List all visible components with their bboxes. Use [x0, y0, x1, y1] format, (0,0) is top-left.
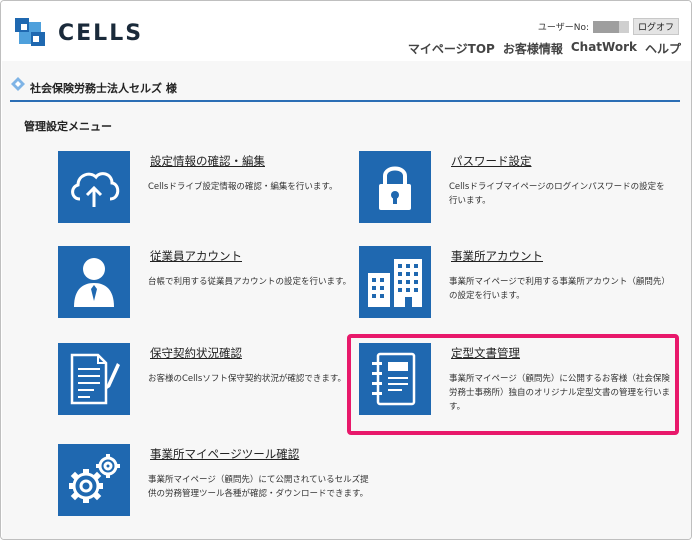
user-number-label: ユーザーNo: — [537, 23, 589, 33]
gears-icon — [69, 454, 120, 503]
card-title-office-account[interactable]: 事業所アカウント — [451, 248, 543, 264]
card-title-maintenance-contract[interactable]: 保守契約状況確認 — [150, 345, 242, 361]
user-number-masked-2 — [618, 20, 629, 33]
top-nav: マイページTOP お客様情報 ChatWork ヘルプ — [408, 40, 681, 57]
company-name: 社会保険労務士法人セルズ 様 — [30, 82, 177, 95]
header: CELLS ユーザーNo: ログオフ マイページTOP お客様情報 ChatWo… — [1, 1, 691, 61]
user-area: ユーザーNo: ログオフ — [538, 18, 679, 35]
app-window: CELLS ユーザーNo: ログオフ マイページTOP お客様情報 ChatWo… — [0, 0, 692, 540]
card-title-settings-edit[interactable]: 設定情報の確認・編集 — [150, 153, 265, 169]
main-content: 社会保険労務士法人セルズ 様 管理設定メニュー 設定情報の確認・編集 Cells… — [2, 61, 691, 539]
building-icon — [368, 259, 422, 307]
card-title-office-tools[interactable]: 事業所マイページツール確認 — [150, 446, 299, 462]
logo-text: CELLS — [58, 21, 144, 46]
nav-mypage-top[interactable]: マイページTOP — [408, 40, 495, 57]
card-password[interactable]: パスワード設定 Cellsドライブマイページのログインパスワードの設定を行います… — [359, 151, 665, 231]
card-title-password[interactable]: パスワード設定 — [451, 153, 532, 169]
card-office-tools[interactable]: 事業所マイページツール確認 事業所マイページ（顧問先）にて公開されているセルズ提… — [58, 444, 369, 524]
tile-settings-edit[interactable] — [58, 151, 130, 223]
card-desc-maintenance-contract: お客様のCellsソフト保守契約状況が確認できます。 — [148, 374, 346, 384]
card-desc-password: Cellsドライブマイページのログインパスワードの設定を行います。 — [449, 182, 665, 206]
card-settings-edit[interactable]: 設定情報の確認・編集 Cellsドライブ設定情報の確認・編集を行います。 — [58, 151, 358, 231]
card-employee-account[interactable]: 従業員アカウント 台帳で利用する従業員アカウントの設定を行います。 — [58, 246, 358, 326]
highlight-box — [347, 334, 679, 435]
company-diamond-icon — [11, 77, 25, 91]
user-number-masked — [592, 20, 619, 33]
card-office-account[interactable]: 事業所アカウント 事業所マイページで利用する事業所アカウント（顧問先）の設定を行… — [359, 246, 670, 326]
tile-password[interactable] — [359, 151, 431, 223]
document-pen-icon — [70, 353, 120, 405]
tile-office-tools[interactable] — [58, 444, 130, 516]
nav-customer-info[interactable]: お客様情報 — [503, 40, 563, 57]
cloud-upload-icon — [71, 172, 120, 207]
tile-office-account[interactable] — [359, 246, 431, 318]
card-maintenance-contract[interactable]: 保守契約状況確認 お客様のCellsソフト保守契約状況が確認できます。 — [58, 343, 358, 423]
tile-employee-account[interactable] — [58, 246, 130, 318]
card-title-employee-account[interactable]: 従業員アカウント — [150, 248, 242, 264]
card-desc-settings-edit: Cellsドライブ設定情報の確認・編集を行います。 — [148, 182, 338, 192]
nav-chatwork[interactable]: ChatWork — [571, 40, 637, 57]
cells-logo-icon — [15, 18, 45, 46]
company-bar: 社会保険労務士法人セルズ 様 — [10, 76, 680, 102]
card-desc-employee-account: 台帳で利用する従業員アカウントの設定を行います。 — [148, 277, 352, 287]
employee-icon — [74, 258, 114, 307]
card-desc-office-account: 事業所マイページで利用する事業所アカウント（顧問先）の設定を行います。 — [449, 277, 670, 301]
tile-maintenance-contract[interactable] — [58, 343, 130, 415]
logout-button[interactable]: ログオフ — [632, 18, 679, 35]
lock-icon — [379, 166, 411, 210]
cells-logo[interactable]: CELLS — [13, 16, 141, 50]
card-desc-office-tools: 事業所マイページ（顧問先）にて公開されているセルズ提供の労務管理ツール各種が確認… — [148, 475, 369, 499]
menu-title: 管理設定メニュー — [24, 120, 112, 133]
nav-help[interactable]: ヘルプ — [645, 40, 681, 57]
